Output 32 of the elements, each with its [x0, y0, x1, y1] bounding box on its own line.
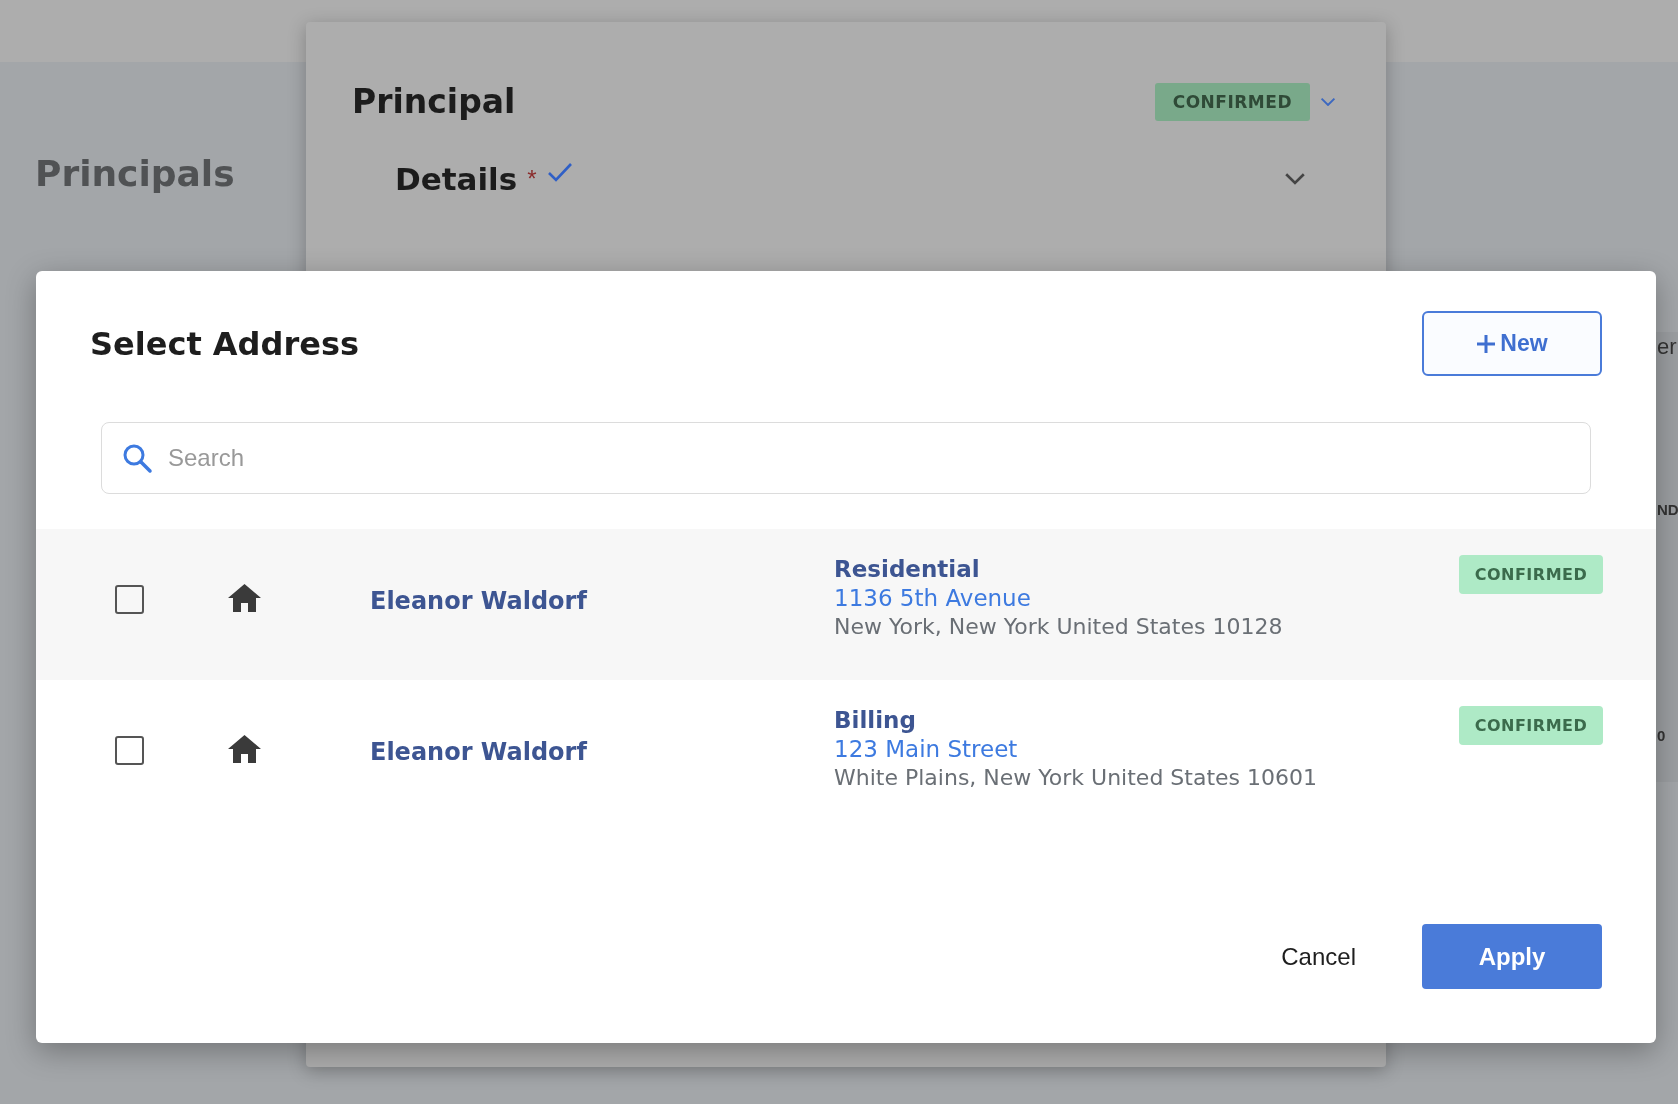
table-text: 0 [1656, 726, 1667, 744]
address-type: Billing [834, 706, 917, 734]
status-badge: CONFIRMED [1459, 555, 1603, 594]
checkbox[interactable] [115, 736, 144, 765]
address-row[interactable]: Eleanor Waldorf Billing 123 Main Street White Plains, New York United States 10601 CONFIRMED [36, 680, 1656, 831]
search-field[interactable]: Search [101, 422, 1591, 494]
panel-title: Principal [352, 82, 516, 121]
section-title: Details [395, 161, 518, 197]
page-title: Principals [35, 153, 236, 194]
house-icon [227, 583, 262, 613]
chevron-down-icon[interactable] [1284, 172, 1306, 186]
plus-icon [1476, 333, 1497, 354]
table-text: er [1656, 334, 1678, 360]
address-type: Residential [834, 555, 981, 583]
search-icon [121, 442, 153, 474]
status-badge: CONFIRMED [1154, 82, 1310, 121]
apply-button[interactable]: Apply [1422, 924, 1602, 989]
required-mark: * [527, 165, 537, 193]
address-city: White Plains, New York United States 10601 [834, 764, 1318, 792]
checkbox[interactable] [115, 585, 144, 614]
contact-name: Eleanor Waldorf [370, 738, 589, 766]
address-city: New York, New York United States 10128 [834, 613, 1284, 641]
street-link[interactable]: 123 Main Street [834, 735, 1018, 763]
cancel-button[interactable]: Cancel [1281, 942, 1356, 971]
dialog-title: Select Address [90, 324, 359, 363]
new-button[interactable]: New [1422, 311, 1602, 376]
street-link[interactable]: 1136 5th Avenue [834, 584, 1031, 612]
status-badge: CONFIRMED [1459, 706, 1603, 745]
address-row[interactable]: Eleanor Waldorf Residential 1136 5th Avenue New York, New York United States 10128 CONFIRMED [36, 529, 1656, 680]
contact-name: Eleanor Waldorf [370, 587, 589, 615]
table-text: ND [1656, 500, 1678, 518]
house-icon [227, 734, 262, 764]
